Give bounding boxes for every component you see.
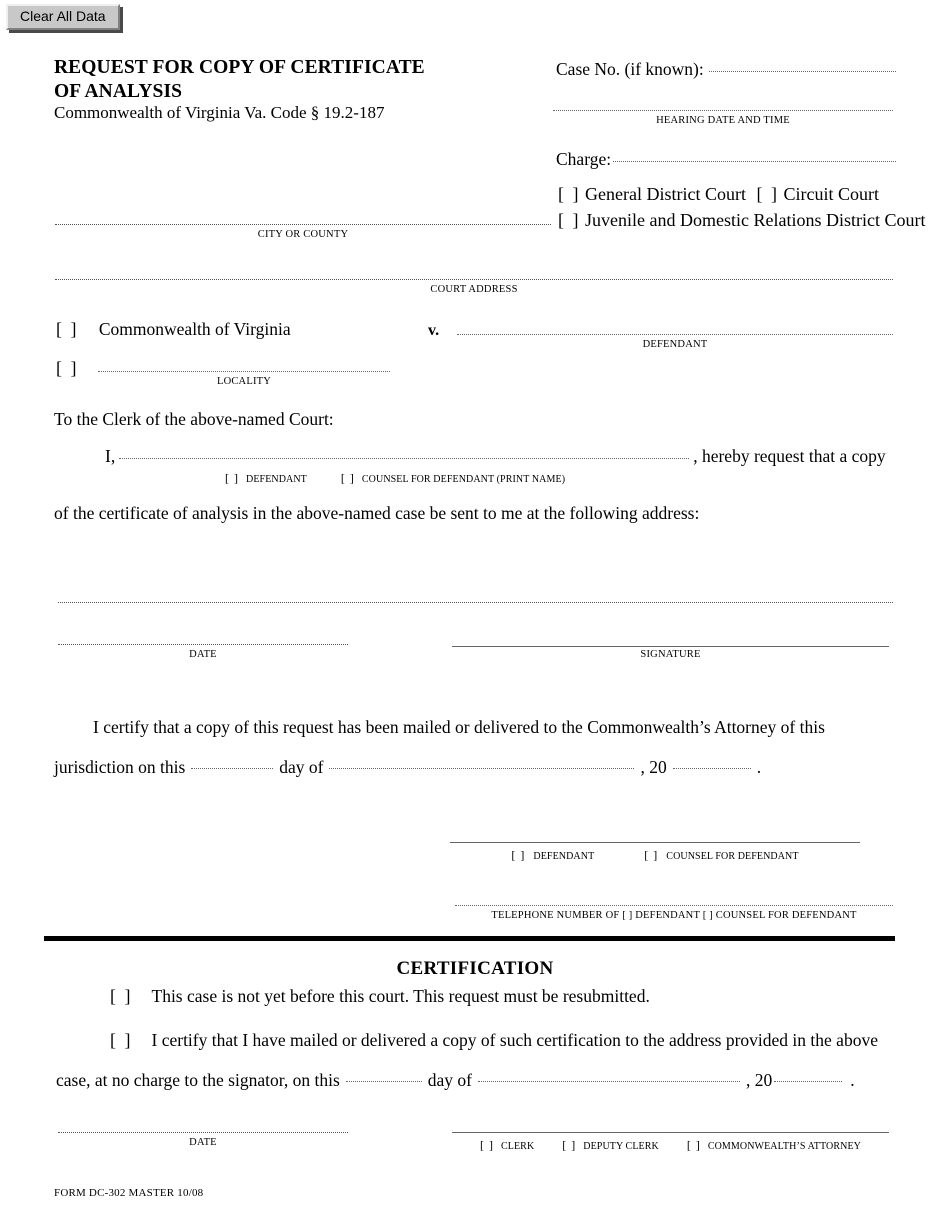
- request-date-input[interactable]: [58, 644, 348, 645]
- certification-option-2-label: I certify that I have mailed or delivere…: [151, 1030, 878, 1050]
- certification-date-input[interactable]: [58, 1132, 348, 1133]
- address-sentence: of the certificate of analysis in the ab…: [54, 503, 700, 523]
- certification-line-prefix: case, at no charge to the signator, on t…: [56, 1070, 340, 1090]
- general-district-court-checkbox[interactable]: [ ]: [558, 184, 581, 204]
- page-title-line2: OF ANALYSIS: [54, 81, 183, 102]
- request-date-caption: DATE: [189, 649, 217, 660]
- requestor-name-input[interactable]: [119, 458, 690, 459]
- page-title-line1: REQUEST FOR COPY OF CERTIFICATE: [54, 57, 425, 78]
- requestor-role-options: [ ] DEFENDANT [ ] COUNSEL FOR DEFENDANT …: [225, 469, 565, 487]
- mailing-day-of-label: day of: [279, 757, 324, 777]
- certification-option-1-label: This case is not yet before this court. …: [151, 986, 650, 1006]
- mailing-day-input[interactable]: [191, 768, 274, 769]
- request-signature-input[interactable]: [452, 646, 889, 647]
- case-number-label: Case No. (if known):: [556, 59, 704, 79]
- commonwealths-attorney-label: COMMONWEALTH’S ATTORNEY: [707, 1141, 861, 1152]
- certification-option-1-row: [ ] This case is not yet before this cou…: [110, 985, 910, 1007]
- to-clerk-line: To the Clerk of the above-named Court:: [54, 409, 334, 429]
- clear-all-data-button[interactable]: Clear All Data: [6, 4, 120, 30]
- certification-option-2-row: [ ] I certify that I have mailed or deli…: [110, 1029, 930, 1051]
- page-subtitle: Commonwealth of Virginia Va. Code § 19.2…: [54, 103, 385, 122]
- court-address-input[interactable]: [55, 279, 893, 280]
- certification-day-of-label: day of: [427, 1070, 472, 1090]
- mailing-year-input[interactable]: [672, 768, 751, 769]
- court-type-row-1: [ ] General District Court [ ] Circuit C…: [558, 182, 879, 207]
- certification-day-input[interactable]: [345, 1081, 422, 1082]
- mailing-jurisdiction-prefix: jurisdiction on this: [54, 757, 186, 777]
- certification-signature-input[interactable]: [452, 1132, 889, 1133]
- hereby-request-text: , hereby request that a copy: [693, 446, 886, 466]
- requestor-name-row: I, , hereby request that a copy: [105, 445, 895, 467]
- certification-option-1-checkbox[interactable]: [ ]: [110, 986, 133, 1006]
- commonwealth-party-row: [ ] Commonwealth of Virginia: [56, 318, 291, 340]
- certification-heading: CERTIFICATION: [396, 958, 554, 979]
- requestor-defendant-checkbox[interactable]: [ ]: [225, 471, 239, 485]
- defendant-input[interactable]: [457, 334, 893, 335]
- telephone-number-caption: TELEPHONE NUMBER OF [ ] DEFENDANT [ ] CO…: [491, 910, 857, 921]
- clerk-checkbox[interactable]: [ ]: [480, 1138, 494, 1152]
- city-or-county-caption: CITY OR COUNTY: [257, 229, 349, 240]
- court-address-caption: COURT ADDRESS: [430, 284, 518, 295]
- locality-caption: LOCALITY: [216, 376, 272, 387]
- form-number-footer: FORM DC-302 MASTER 10/08: [54, 1187, 204, 1199]
- general-district-court-label: General District Court: [585, 184, 746, 204]
- mailing-month-input[interactable]: [329, 768, 635, 769]
- defendant-caption: DEFENDANT: [642, 339, 708, 350]
- charge-row: Charge:: [556, 148, 896, 170]
- case-number-row: Case No. (if known):: [556, 58, 896, 80]
- mailing-certification-date-row: jurisdiction on this day of , 20 .: [54, 756, 899, 778]
- mailing-comma-20: , 20: [640, 757, 667, 777]
- court-type-row-2: [ ] Juvenile and Domestic Relations Dist…: [558, 208, 925, 233]
- hearing-date-input[interactable]: [553, 110, 893, 111]
- certification-month-input[interactable]: [478, 1081, 740, 1082]
- mailing-counsel-checkbox[interactable]: [ ]: [644, 848, 658, 862]
- certification-year-input[interactable]: [774, 1081, 843, 1082]
- mailing-defendant-label: DEFENDANT: [533, 851, 595, 862]
- form-page: REQUEST FOR COPY OF CERTIFICATE OF ANALY…: [0, 30, 950, 1230]
- charge-label: Charge:: [556, 149, 612, 169]
- clerk-label: CLERK: [501, 1141, 535, 1152]
- commonwealth-label: Commonwealth of Virginia: [98, 319, 291, 339]
- charge-input[interactable]: [613, 161, 896, 162]
- locality-checkbox[interactable]: [ ]: [56, 358, 79, 378]
- city-or-county-input[interactable]: [55, 224, 551, 225]
- requestor-i-label: I,: [105, 446, 116, 466]
- certification-signer-options: [ ] CLERK [ ] DEPUTY CLERK [ ] COMMONWEA…: [452, 1136, 889, 1154]
- address-input[interactable]: [58, 602, 893, 603]
- requestor-counsel-label: COUNSEL FOR DEFENDANT (PRINT NAME): [361, 474, 566, 485]
- certification-date-row: case, at no charge to the signator, on t…: [56, 1069, 901, 1091]
- mailing-counsel-label: COUNSEL FOR DEFENDANT: [666, 851, 799, 862]
- certification-option-2-checkbox[interactable]: [ ]: [110, 1030, 133, 1050]
- circuit-court-checkbox[interactable]: [ ]: [756, 184, 779, 204]
- mailing-certification-paragraph: I certify that a copy of this request ha…: [93, 717, 825, 737]
- hearing-date-caption: HEARING DATE AND TIME: [656, 115, 790, 126]
- toolbar: Clear All Data: [0, 0, 950, 30]
- certification-period: .: [850, 1070, 855, 1090]
- case-number-input[interactable]: [708, 71, 896, 72]
- locality-party-row: [ ]: [56, 357, 79, 379]
- certification-date-caption: DATE: [189, 1137, 217, 1148]
- mailing-defendant-checkbox[interactable]: [ ]: [511, 848, 525, 862]
- mailing-signature-input[interactable]: [450, 842, 860, 843]
- request-signature-caption: SIGNATURE: [640, 649, 701, 660]
- requestor-counsel-checkbox[interactable]: [ ]: [341, 471, 355, 485]
- certification-comma-20: , 20: [746, 1070, 773, 1090]
- circuit-court-label: Circuit Court: [783, 184, 879, 204]
- versus-label: v.: [428, 322, 440, 339]
- juvenile-domestic-court-label: Juvenile and Domestic Relations District…: [585, 210, 926, 230]
- telephone-number-input[interactable]: [455, 905, 893, 906]
- commonwealth-checkbox[interactable]: [ ]: [56, 319, 79, 339]
- juvenile-domestic-court-checkbox[interactable]: [ ]: [558, 210, 581, 230]
- mailing-signer-options: [ ] DEFENDANT [ ] COUNSEL FOR DEFENDANT: [450, 846, 860, 864]
- mailing-period: .: [756, 757, 762, 777]
- requestor-defendant-label: DEFENDANT: [246, 474, 307, 485]
- locality-input[interactable]: [98, 371, 390, 372]
- deputy-clerk-label: DEPUTY CLERK: [583, 1141, 659, 1152]
- deputy-clerk-checkbox[interactable]: [ ]: [562, 1138, 576, 1152]
- section-divider: [44, 936, 895, 941]
- commonwealths-attorney-checkbox[interactable]: [ ]: [687, 1138, 701, 1152]
